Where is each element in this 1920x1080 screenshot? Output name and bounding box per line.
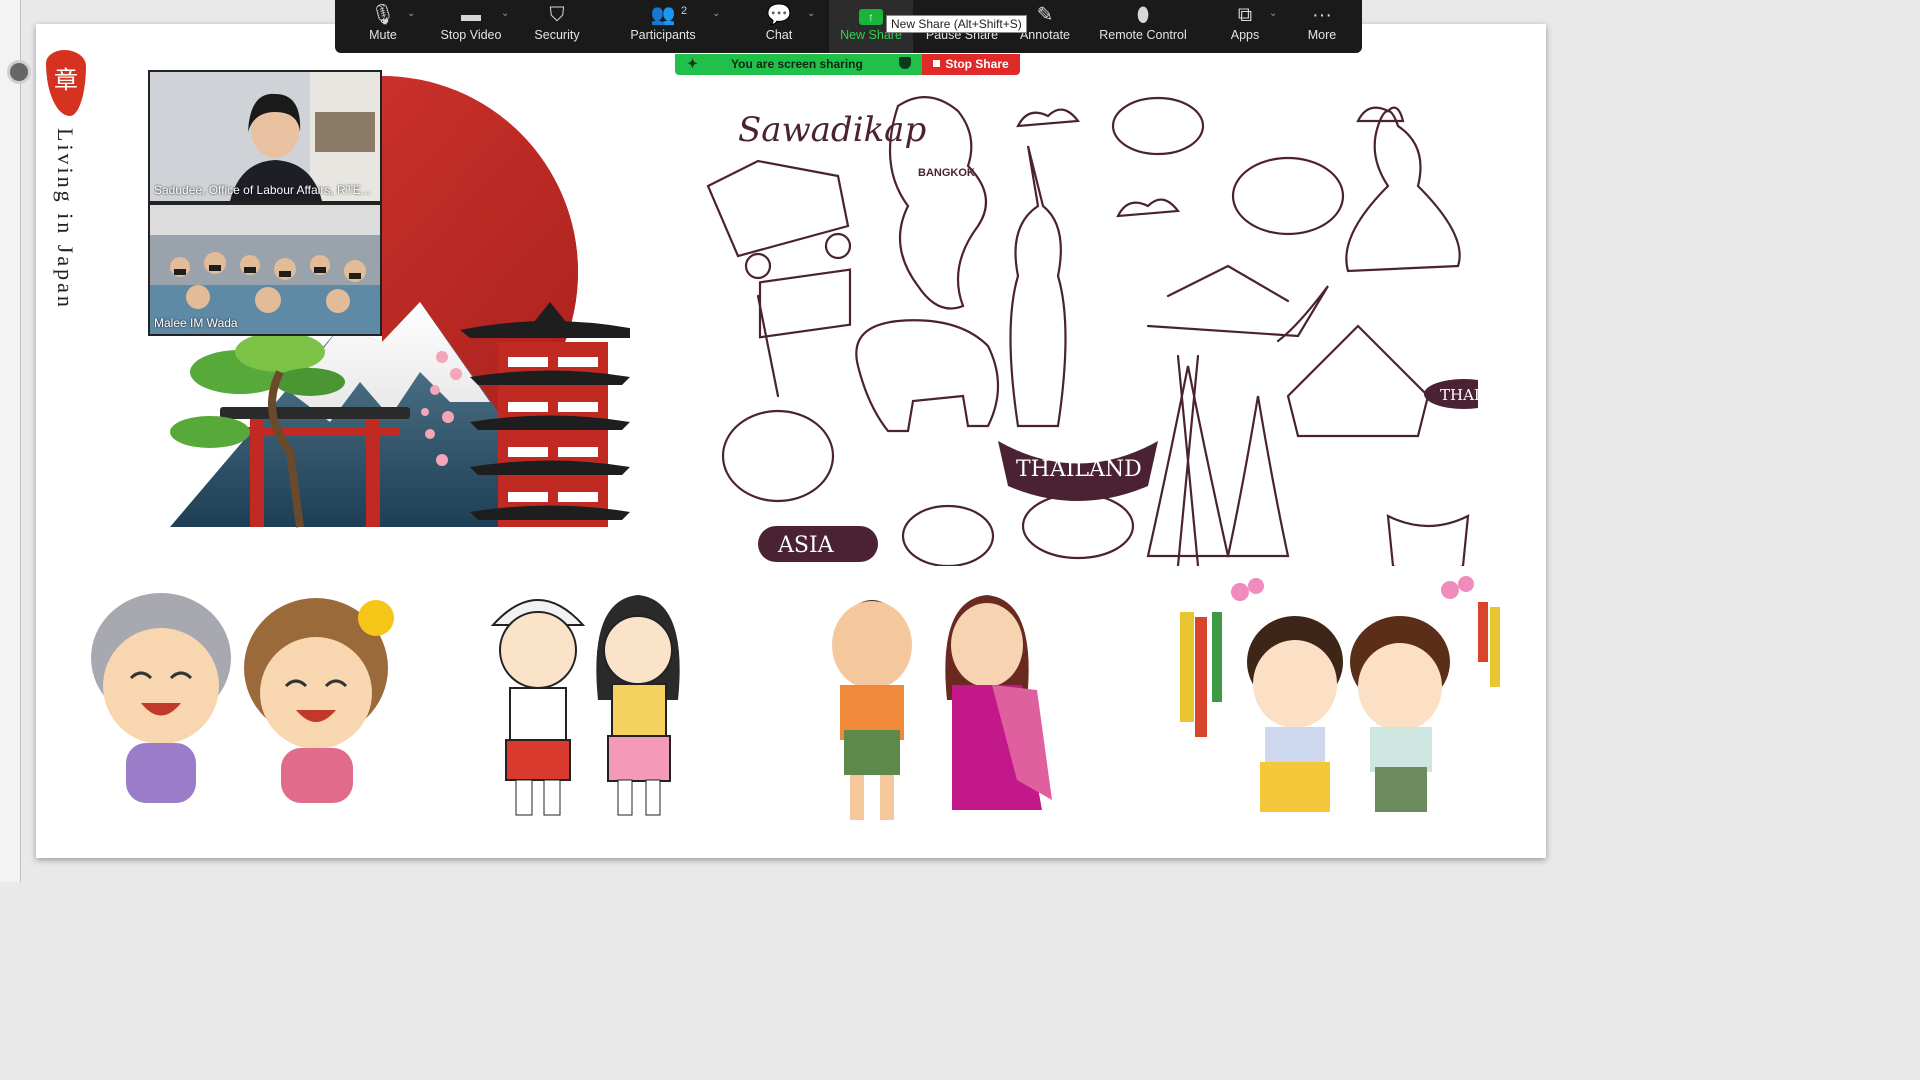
red-seal-stamp: 章二 — [46, 50, 86, 154]
stop-share-button[interactable]: Stop Share — [922, 54, 1020, 75]
chat-options-chevron-icon[interactable]: ⌄ — [807, 8, 815, 19]
doodle-region: ASIA — [777, 533, 835, 558]
apps-options-chevron-icon[interactable]: ⌄ — [1269, 8, 1277, 19]
participant-video-strip[interactable]: Sadudee, Office of Labour Affairs, RTE..… — [148, 70, 382, 336]
editor-rail — [0, 0, 21, 882]
doodle-greeting: Sawadikap — [738, 110, 926, 150]
webcam-feed — [150, 72, 380, 201]
mute-options-chevron-icon[interactable]: ⌄ — [407, 8, 415, 19]
chat-button[interactable]: 💬 Chat — [755, 0, 803, 53]
cartoon-couple-traditional-dress — [832, 595, 1052, 820]
webcam-feed — [150, 205, 380, 334]
cartoon-children-pair — [91, 593, 394, 803]
shield-icon: ⛉ — [549, 4, 565, 26]
video-name-label: Sadudee, Office of Labour Affairs, RTE..… — [154, 183, 371, 197]
participants-count-badge: 2 — [681, 5, 688, 17]
meeting-toolbar: 🎙 Mute ⌄ ▬ Stop Video ⌄ ⛉ Security 👥 Par… — [335, 0, 1362, 53]
participants-options-chevron-icon[interactable]: ⌄ — [712, 8, 720, 19]
video-options-chevron-icon[interactable]: ⌄ — [501, 8, 509, 19]
apps-icon: ⧉ — [1237, 4, 1253, 26]
screen-sharing-status-bar[interactable]: ✦ You are screen sharing — [675, 54, 922, 75]
doodle-thai-tag: THAI — [1440, 386, 1478, 404]
ellipsis-icon: ··· — [1312, 4, 1332, 26]
microphone-icon: 🎙 — [370, 4, 396, 26]
sharing-status-text: You are screen sharing — [731, 57, 863, 71]
doodle-country: THAILAND — [1016, 457, 1142, 482]
video-name-label: Malee IM Wada — [154, 316, 238, 330]
mute-button[interactable]: 🎙 Mute — [355, 0, 411, 53]
doodle-city: BANGKOK — [918, 167, 975, 179]
participants-icon: 👥 — [650, 4, 676, 26]
security-button[interactable]: ⛉ Security — [529, 0, 585, 53]
mouse-icon: ⬮ — [1136, 4, 1150, 26]
participants-button[interactable]: 👥 Participants — [625, 0, 701, 53]
video-camera-icon: ▬ — [461, 4, 481, 26]
remote-control-button[interactable]: ⬮ Remote Control — [1095, 0, 1191, 53]
new-share-tooltip: New Share (Alt+Shift+S) — [886, 15, 1027, 33]
video-tile-malee[interactable]: Malee IM Wada — [150, 205, 380, 334]
cartoon-couple-festival — [1180, 576, 1500, 812]
video-tile-sadudee[interactable]: Sadudee, Office of Labour Affairs, RTE..… — [150, 72, 380, 201]
stop-square-icon — [933, 60, 941, 67]
slide-handle[interactable] — [7, 60, 31, 84]
chat-bubble-icon: 💬 — [766, 4, 792, 26]
thailand-doodle-illustration: Sawadikap BANGKOK THAILAND THAI ASIA — [706, 96, 1478, 566]
apps-button[interactable]: ⧉ Apps — [1223, 0, 1267, 53]
slide-vertical-title: Living in Japan — [53, 128, 78, 310]
pin-icon[interactable]: ✦ — [687, 56, 698, 72]
more-button[interactable]: ··· More — [1299, 0, 1345, 53]
cartoon-kids-traditional-pair — [490, 595, 680, 816]
stop-video-button[interactable]: ▬ Stop Video — [435, 0, 507, 53]
security-shield-icon — [899, 57, 911, 69]
